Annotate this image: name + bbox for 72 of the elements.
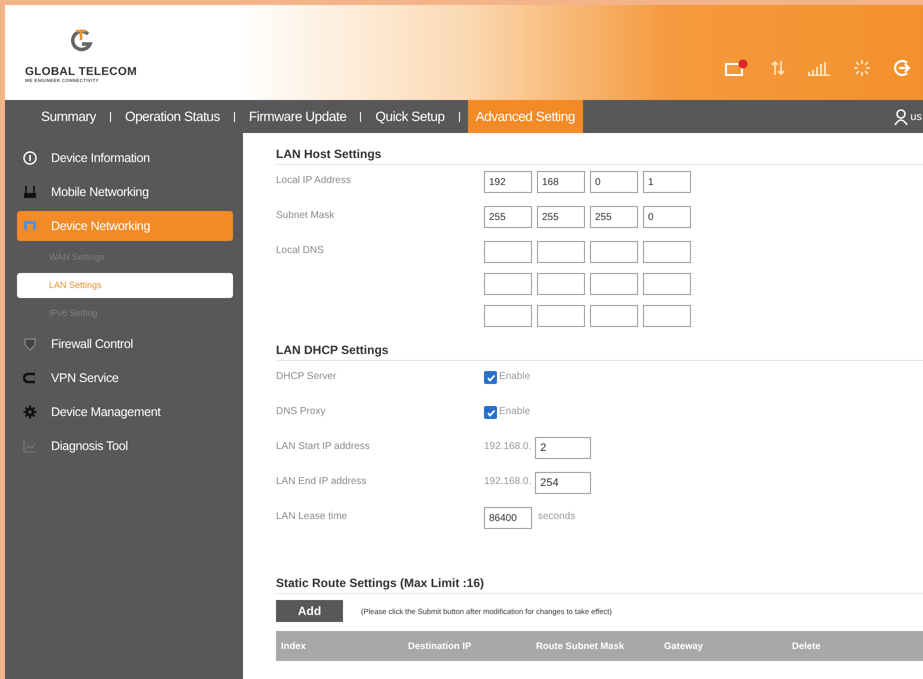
octet-field[interactable]: 255 [590, 206, 638, 228]
octet-field[interactable] [590, 241, 638, 263]
sidebar-item[interactable]: Diagnosis Tool [17, 431, 233, 461]
octet-field[interactable] [537, 241, 585, 263]
sidebar-item[interactable]: Device Management [17, 397, 233, 427]
field-label: DHCP Server [276, 370, 338, 382]
nav-tab[interactable]: Quick Setup [369, 100, 451, 133]
octet-field[interactable] [484, 305, 532, 327]
field-label: Local DNS [276, 244, 325, 256]
sidebar-item[interactable]: Mobile Networking [17, 177, 233, 207]
brand-name: GLOBAL TELECOM [25, 66, 137, 78]
octet-field[interactable] [590, 273, 638, 295]
octet-field[interactable]: 1 [643, 171, 691, 193]
checkbox[interactable] [484, 371, 497, 384]
column-header: Gateway [664, 640, 704, 652]
updown-arrows-icon[interactable] [771, 60, 785, 76]
octet-field[interactable]: 168 [537, 171, 585, 193]
info-icon [23, 151, 37, 165]
chart-icon [23, 439, 37, 453]
octet-field[interactable] [643, 305, 691, 327]
octet-field[interactable] [537, 273, 585, 295]
gear-icon [23, 405, 37, 419]
field-label: Subnet Mask [276, 209, 336, 221]
user-name[interactable]: us [910, 110, 922, 122]
column-header: Delete [792, 640, 821, 652]
monitor-icon [23, 219, 37, 233]
column-header: Index [281, 640, 307, 652]
sidebar-item[interactable]: VPN Service [17, 363, 233, 393]
column-header: Route Subnet Mask [536, 640, 626, 652]
octet-field[interactable] [643, 273, 691, 295]
unit-label: seconds [538, 510, 576, 522]
message-icon[interactable] [725, 58, 749, 76]
column-header: Destination IP [408, 640, 472, 652]
nav-tab[interactable]: Summary [35, 100, 102, 133]
section-title: LAN Host Settings [276, 147, 923, 165]
checkbox-label: Enable [499, 370, 530, 382]
sidebar-item[interactable]: Device Information [17, 143, 233, 173]
shield-icon [23, 337, 37, 351]
field-label: LAN Lease time [276, 510, 348, 522]
vpn-icon [23, 371, 37, 385]
signal-icon[interactable] [807, 60, 831, 76]
field-label: Local IP Address [276, 174, 352, 186]
ip-field[interactable]: 2 [535, 437, 592, 459]
section-title: Static Route Settings (Max Limit :16) [276, 576, 923, 594]
checkbox[interactable] [484, 406, 497, 419]
nav-tab[interactable]: Operation Status [118, 100, 226, 133]
section-title: LAN DHCP Settings [276, 343, 923, 361]
octet-field[interactable] [484, 241, 532, 263]
field-label: DNS Proxy [276, 405, 326, 417]
spinner-icon[interactable] [853, 58, 871, 76]
ip-prefix: 192.168.0. [484, 440, 532, 452]
ip-prefix: 192.168.0. [484, 475, 532, 487]
router-icon [23, 185, 37, 199]
field-label: LAN End IP address [276, 475, 368, 487]
ip-field[interactable]: 254 [535, 472, 592, 494]
logout-icon[interactable] [893, 58, 911, 76]
user-icon[interactable] [894, 108, 908, 124]
nav-tab[interactable]: Firmware Update [242, 100, 352, 133]
octet-field[interactable]: 0 [643, 206, 691, 228]
sidebar-item[interactable]: Firewall Control [17, 329, 233, 359]
octet-field[interactable] [484, 273, 532, 295]
octet-field[interactable]: 255 [484, 206, 532, 228]
octet-field[interactable] [590, 305, 638, 327]
octet-field[interactable] [537, 305, 585, 327]
lease-time-field[interactable]: 86400 [484, 507, 532, 529]
octet-field[interactable]: 192 [484, 171, 532, 193]
octet-field[interactable]: 255 [537, 206, 585, 228]
field-label: LAN Start IP address [276, 440, 371, 452]
checkbox-label: Enable [499, 405, 530, 417]
add-button[interactable]: Add [276, 600, 343, 622]
octet-field[interactable]: 0 [590, 171, 638, 193]
octet-field[interactable] [643, 241, 691, 263]
